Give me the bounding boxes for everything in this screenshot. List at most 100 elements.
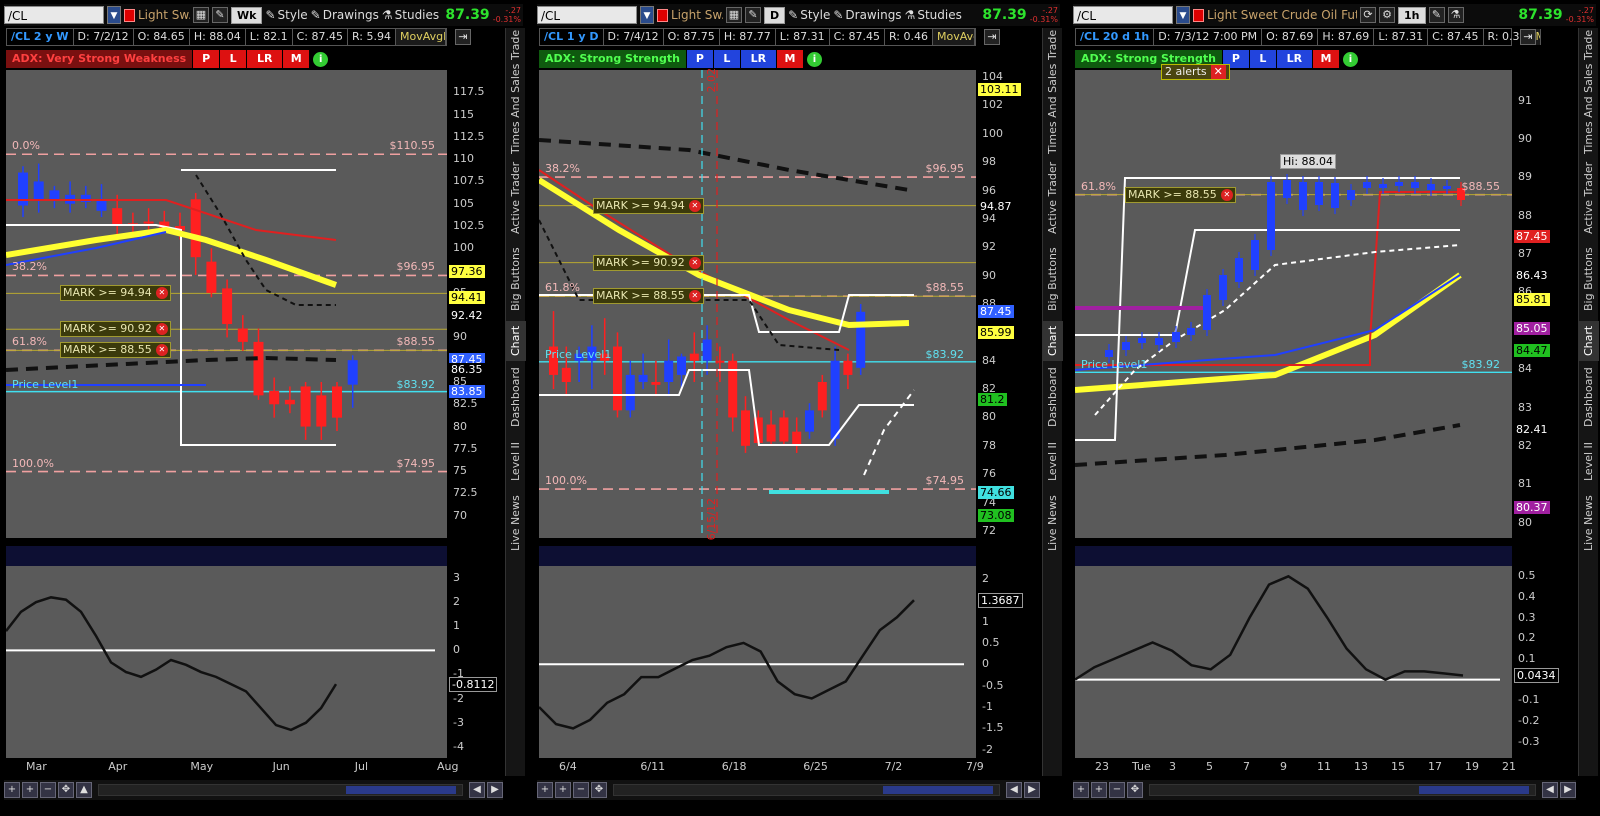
- candle[interactable]: [143, 221, 154, 224]
- close-icon[interactable]: ✕: [688, 290, 701, 303]
- alert-mark[interactable]: MARK >= 94.94 ✕: [60, 285, 171, 302]
- side-tab-chart[interactable]: Chart: [1043, 321, 1063, 361]
- candle[interactable]: [856, 311, 866, 368]
- alert-mark[interactable]: MARK >= 94.94 ✕: [593, 197, 704, 214]
- export-icon[interactable]: ⇥: [984, 29, 1000, 45]
- ema-black-line[interactable]: [1075, 423, 1461, 467]
- grid-icon[interactable]: ▦: [726, 7, 742, 23]
- side-tab-level-ii[interactable]: Level II: [506, 434, 526, 489]
- side-tab-dashboard[interactable]: Dashboard: [1579, 365, 1599, 430]
- trend-dashed-line[interactable]: [1094, 244, 1461, 416]
- trend-dashed-line[interactable]: [539, 219, 840, 351]
- candle[interactable]: [561, 367, 571, 382]
- adx-button-p[interactable]: P: [685, 50, 713, 68]
- export-icon[interactable]: ⇥: [455, 29, 471, 45]
- alert-mark[interactable]: MARK >= 90.92 ✕: [593, 254, 704, 271]
- lower-study-chart[interactable]: [539, 546, 976, 758]
- scroll-right-icon[interactable]: ▶: [1024, 782, 1040, 798]
- candle[interactable]: [689, 353, 699, 361]
- ema-black-line[interactable]: [6, 355, 337, 372]
- time-axis[interactable]: 6/4 6/11 6/18 6/25 7/2 7/9: [539, 760, 984, 776]
- side-tab-live-news[interactable]: Live News: [506, 493, 526, 553]
- side-tab-level-ii[interactable]: Level II: [1579, 434, 1599, 489]
- adx-button-l[interactable]: L: [219, 50, 247, 68]
- side-tab-level-ii[interactable]: Level II: [1043, 434, 1063, 489]
- side-tab-dashboard[interactable]: Dashboard: [1043, 365, 1063, 430]
- candle[interactable]: [766, 424, 776, 442]
- candle[interactable]: [300, 386, 311, 427]
- candle[interactable]: [33, 181, 44, 200]
- candle[interactable]: [792, 431, 802, 446]
- scroll-left-icon[interactable]: ◀: [469, 782, 485, 798]
- pointer-icon[interactable]: ▲: [76, 782, 92, 798]
- scrollbar-thumb[interactable]: [346, 786, 456, 794]
- side-tab-trade[interactable]: Trade: [1579, 30, 1599, 60]
- scroll-right-icon[interactable]: ▶: [487, 782, 503, 798]
- alert-mark[interactable]: MARK >= 88.55 ✕: [593, 288, 704, 305]
- candle[interactable]: [830, 360, 840, 439]
- time-scrollbar[interactable]: [613, 784, 1000, 796]
- adx-button-l[interactable]: L: [712, 50, 740, 68]
- lower-study-chart[interactable]: [6, 546, 447, 758]
- candle[interactable]: [664, 360, 674, 382]
- adx-button-lr[interactable]: LR: [1275, 50, 1312, 68]
- timeframe-button[interactable]: Wk: [231, 6, 263, 24]
- close-icon[interactable]: ✕: [1220, 188, 1233, 201]
- close-icon[interactable]: ✕: [1210, 65, 1226, 79]
- adx-button-l[interactable]: L: [1248, 50, 1276, 68]
- zoom-fit-icon[interactable]: +: [22, 782, 38, 798]
- drawings-button[interactable]: ✎ Drawings: [311, 8, 379, 22]
- symbol-dropdown-icon[interactable]: ▼: [640, 6, 654, 24]
- timeframe-button[interactable]: 1h: [1398, 6, 1426, 24]
- scroll-left-icon[interactable]: ◀: [1006, 782, 1022, 798]
- envelope-lower-line[interactable]: [539, 369, 914, 446]
- wrench-icon[interactable]: ✎: [212, 7, 228, 23]
- candle[interactable]: [253, 341, 264, 396]
- flask-icon[interactable]: ⚗: [1447, 7, 1464, 23]
- adx-button-p[interactable]: P: [192, 50, 220, 68]
- side-tab-live-news[interactable]: Live News: [1579, 493, 1599, 553]
- candle[interactable]: [843, 360, 853, 375]
- close-icon[interactable]: ✕: [688, 199, 701, 212]
- candle[interactable]: [651, 382, 661, 385]
- candle[interactable]: [49, 190, 60, 200]
- adx-button-m[interactable]: M: [775, 50, 803, 68]
- symbol-input[interactable]: /CL: [1073, 6, 1173, 24]
- candle[interactable]: [237, 328, 248, 342]
- price-chart[interactable]: 61.8% $88.55 MARK >= 88.55 ✕ Price Level1 $83…: [1075, 64, 1512, 538]
- side-tab-times-and-sales[interactable]: Times And Sales: [506, 64, 526, 154]
- close-icon[interactable]: ✕: [688, 256, 701, 269]
- side-tab-active-trader[interactable]: Active Trader: [1043, 158, 1063, 238]
- side-tab-dashboard[interactable]: Dashboard: [506, 365, 526, 430]
- timeframe-button[interactable]: D: [764, 6, 786, 24]
- side-tab-times-and-sales[interactable]: Times And Sales: [1043, 64, 1063, 154]
- ema-yellow-line[interactable]: [6, 226, 338, 288]
- candle[interactable]: [269, 390, 280, 405]
- candle[interactable]: [677, 356, 686, 375]
- scroll-right-icon[interactable]: ▶: [1560, 782, 1576, 798]
- alert-mark[interactable]: MARK >= 90.92 ✕: [60, 321, 171, 338]
- time-scrollbar[interactable]: [1149, 784, 1536, 796]
- studies-button[interactable]: ⚗ Studies: [905, 8, 962, 22]
- side-tab-times-and-sales[interactable]: Times And Sales: [1579, 64, 1599, 154]
- candle[interactable]: [805, 410, 814, 432]
- studies-button[interactable]: ⚗ Studies: [382, 8, 439, 22]
- link-icon[interactable]: [657, 8, 668, 22]
- pan-icon[interactable]: ✥: [1127, 782, 1143, 798]
- adx-button-m[interactable]: M: [1311, 50, 1339, 68]
- lower-study-axis[interactable]: 0.50.40.30.20.10-0.1-0.2-0.3: [1516, 546, 1566, 758]
- close-icon[interactable]: ✕: [155, 323, 168, 336]
- candle[interactable]: [222, 288, 233, 325]
- trend-white-dashed[interactable]: [863, 389, 915, 476]
- side-tab-trade[interactable]: Trade: [506, 30, 526, 60]
- oscillator-line[interactable]: [1075, 574, 1464, 682]
- refresh-icon[interactable]: ⟳: [1360, 7, 1376, 23]
- symbol-dropdown-icon[interactable]: ▼: [1176, 6, 1190, 24]
- close-icon[interactable]: ✕: [155, 344, 168, 357]
- candle[interactable]: [741, 410, 750, 446]
- drawings-button[interactable]: ✎ Drawings: [833, 8, 901, 22]
- candle[interactable]: [779, 417, 789, 442]
- side-tab-chart[interactable]: Chart: [1579, 321, 1599, 361]
- zoom-fit-icon[interactable]: +: [555, 782, 571, 798]
- lower-study-chart[interactable]: [1075, 546, 1512, 758]
